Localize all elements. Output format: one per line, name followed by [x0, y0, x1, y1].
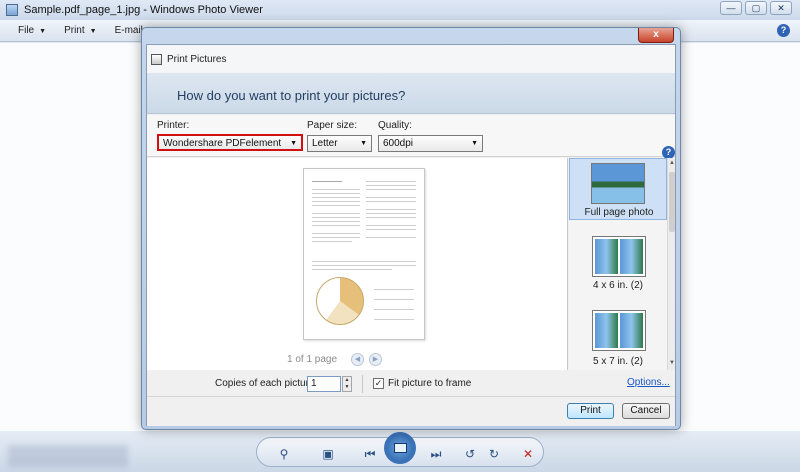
printer-dropdown[interactable]: Wondershare PDFelement ▼ — [157, 134, 303, 151]
actual-size-icon[interactable]: ▣ — [319, 446, 337, 462]
layout-5x7[interactable]: 5 x 7 in. (2) — [569, 308, 667, 370]
maximize-button[interactable]: ▢ — [745, 1, 767, 15]
copies-input[interactable]: 1 — [307, 376, 341, 392]
layout-label: Full page photo — [584, 207, 654, 218]
heading-band: How do you want to print your pictures? — [147, 73, 675, 114]
settings-row: Printer: Wondershare PDFelement ▼ Paper … — [147, 115, 675, 157]
page-preview — [303, 168, 425, 340]
copies-stepper[interactable]: ▲ ▼ — [342, 376, 352, 392]
paper-size-value: Letter — [312, 138, 338, 149]
close-button[interactable]: ✕ — [770, 1, 792, 15]
zoom-icon[interactable]: ⚲ — [275, 446, 293, 462]
scroll-thumb[interactable] — [669, 172, 675, 232]
page-count: 1 of 1 page — [287, 354, 338, 365]
printer-icon — [151, 53, 162, 65]
window-title: Sample.pdf_page_1.jpg - Windows Photo Vi… — [24, 4, 263, 16]
layout-full-page-photo[interactable]: Full page photo — [569, 158, 667, 220]
slideshow-button[interactable] — [384, 432, 416, 464]
scroll-down-icon[interactable]: ▼ — [668, 360, 676, 366]
layout-4x6[interactable]: 4 x 6 in. (2) — [569, 232, 667, 294]
delete-icon[interactable]: ✕ — [519, 446, 537, 462]
window-titlebar: Sample.pdf_page_1.jpg - Windows Photo Vi… — [0, 0, 800, 20]
chevron-down-icon: ▼ — [360, 140, 367, 147]
previous-icon[interactable]: ⏮ — [361, 446, 379, 462]
chevron-down-icon: ▼ — [471, 140, 478, 147]
help-icon[interactable]: ? — [777, 24, 790, 37]
print-preview-pane: 1 of 1 page ◀ ▶ — [147, 158, 568, 370]
fit-to-frame-label: Fit picture to frame — [388, 378, 472, 389]
quality-value: 600dpi — [383, 138, 414, 149]
menu-file[interactable]: File ▼ — [18, 25, 46, 36]
blurred-background — [8, 445, 128, 467]
next-page-button[interactable]: ▶ — [369, 353, 382, 366]
quality-label: Quality: — [378, 120, 412, 131]
chevron-down-icon: ▼ — [39, 28, 47, 35]
dialog-body: Print Pictures How do you want to print … — [146, 44, 676, 426]
photo-viewer-app-icon — [6, 4, 18, 16]
next-icon[interactable]: ⏭ — [427, 446, 445, 462]
minimize-button[interactable]: — — [720, 1, 742, 15]
printer-label: Printer: — [157, 120, 190, 131]
photo-thumbnail — [592, 236, 646, 277]
paper-size-dropdown[interactable]: Letter ▼ — [307, 135, 372, 152]
dialog-title: Print Pictures — [167, 53, 227, 65]
layout-scrollbar[interactable]: ▲ ▼ — [667, 158, 675, 370]
menu-email[interactable]: E-mail — [115, 25, 143, 36]
printer-value: Wondershare PDFelement — [163, 138, 282, 149]
layout-list: Full page photo 4 x 6 in. (2) 5 x 7 in. … — [569, 158, 667, 370]
print-pictures-dialog: x Print Pictures How do you want to prin… — [141, 27, 681, 430]
previous-page-button[interactable]: ◀ — [351, 353, 364, 366]
dialog-heading: How do you want to print your pictures? — [177, 88, 406, 103]
quality-dropdown[interactable]: 600dpi ▼ — [378, 135, 483, 152]
dialog-close-button[interactable]: x — [638, 28, 674, 43]
window-controls: — ▢ ✕ — [720, 1, 792, 15]
layout-label: 5 x 7 in. (2) — [592, 356, 644, 367]
options-link[interactable]: Options... — [627, 377, 670, 388]
chevron-down-icon: ▼ — [89, 28, 97, 35]
photo-thumbnail — [592, 310, 646, 351]
cancel-button[interactable]: Cancel — [622, 403, 670, 419]
pie-chart-thumbnail — [316, 277, 364, 325]
layout-label: 4 x 6 in. (2) — [592, 280, 644, 291]
paper-size-label: Paper size: — [307, 120, 358, 131]
dialog-footer: Print Cancel — [147, 398, 675, 426]
menu-print[interactable]: Print ▼ — [64, 25, 97, 36]
slideshow-icon — [394, 443, 407, 453]
fit-to-frame-checkbox[interactable]: ✓ — [373, 378, 384, 389]
rotate-clockwise-icon[interactable]: ↻ — [485, 446, 503, 462]
divider — [362, 375, 363, 393]
scroll-up-icon[interactable]: ▲ — [668, 160, 676, 166]
photo-thumbnail — [591, 163, 645, 204]
chevron-down-icon: ▼ — [290, 140, 297, 147]
copies-label: Copies of each picture: — [215, 378, 318, 389]
dialog-titlebar: Print Pictures — [147, 45, 675, 73]
rotate-counterclockwise-icon[interactable]: ↺ — [461, 446, 479, 462]
print-button[interactable]: Print — [567, 403, 614, 419]
copies-row: Copies of each picture: 1 ▲ ▼ ✓ Fit pictu… — [147, 371, 675, 397]
